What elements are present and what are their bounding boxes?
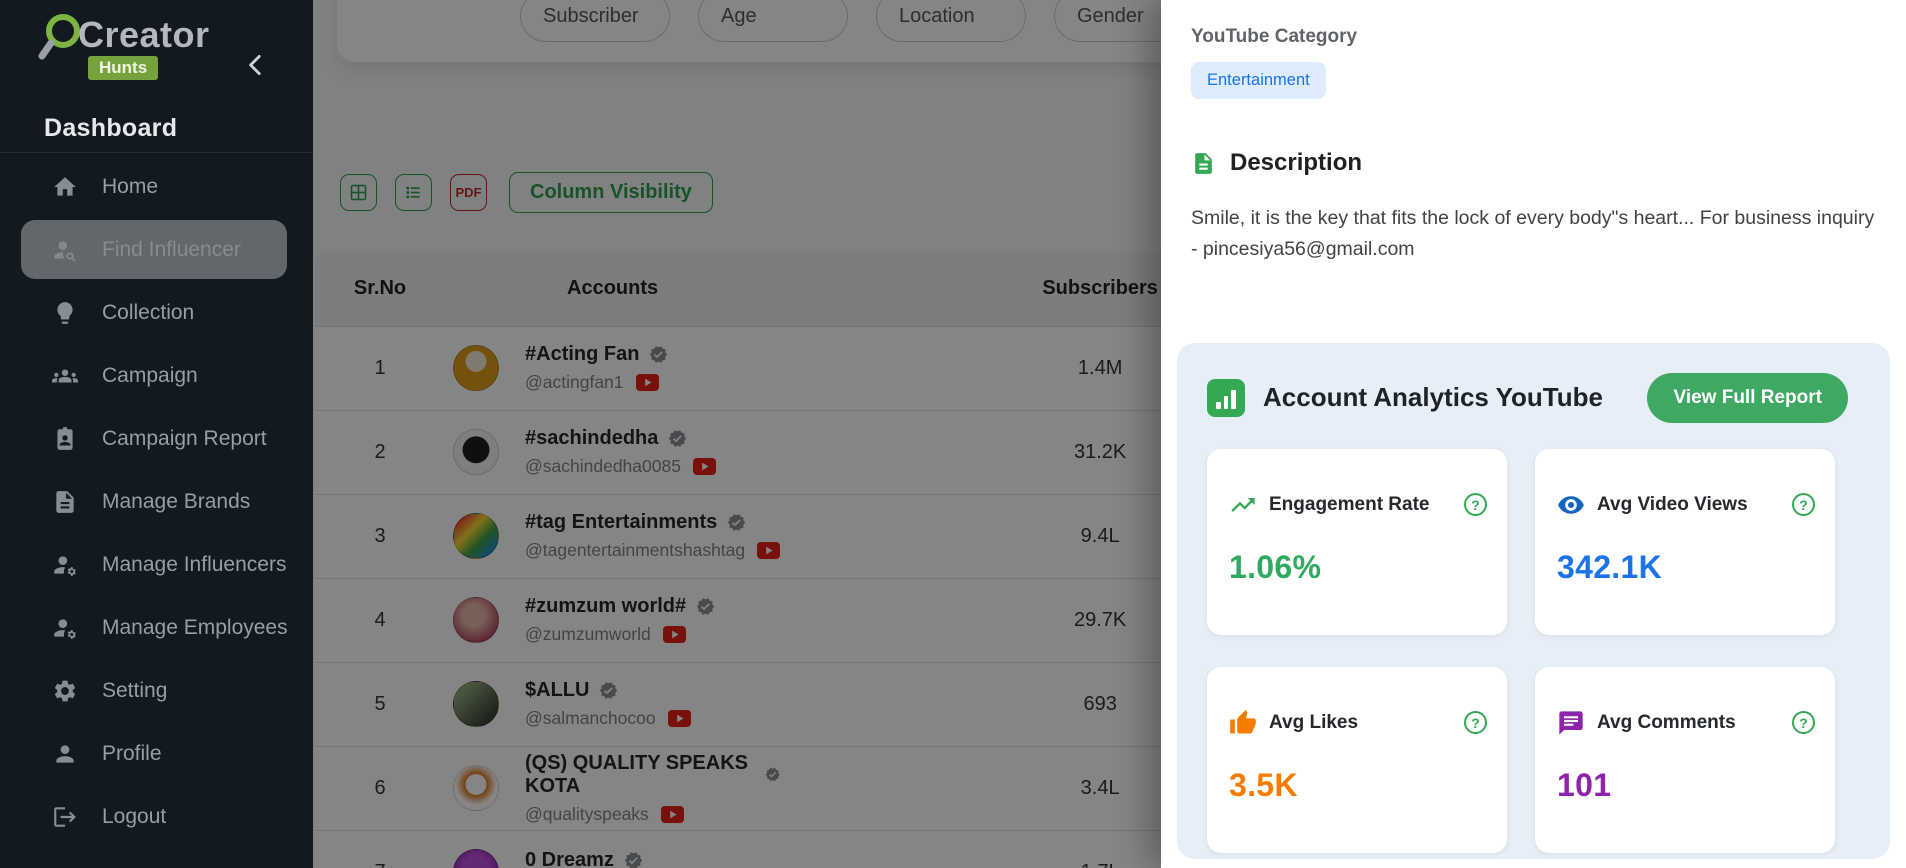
- sidebar-item[interactable]: Find Influencer: [0, 218, 313, 281]
- stat-label: Avg Comments: [1597, 712, 1792, 734]
- app-root: Creator Hunts Dashboard: [0, 0, 1906, 868]
- home-icon: [52, 174, 78, 200]
- eye-icon: [1557, 491, 1585, 519]
- stat-value: 1.06%: [1229, 549, 1487, 586]
- sidebar-collapse-icon[interactable]: [243, 50, 269, 80]
- logo-text: Creator: [78, 14, 210, 56]
- trending-up-icon: [1229, 491, 1257, 519]
- sidebar-item[interactable]: Home: [0, 155, 313, 218]
- person-icon: [52, 741, 78, 767]
- sidebar-item-label: Home: [102, 175, 158, 199]
- sidebar-item[interactable]: Campaign Report: [0, 407, 313, 470]
- badge-icon: [52, 426, 78, 452]
- logo-badge: Hunts: [88, 56, 158, 80]
- sidebar-item[interactable]: Profile: [0, 722, 313, 785]
- sidebar-item-label: Profile: [102, 742, 162, 766]
- logout-icon: [52, 804, 78, 830]
- stat-card: Avg Comments ? 101: [1535, 667, 1835, 853]
- sidebar-item[interactable]: Logout: [0, 785, 313, 848]
- stat-grid: Engagement Rate ? 1.06%: [1207, 449, 1860, 853]
- account-details-drawer: YouTube Category Entertainment Descripti…: [1161, 0, 1906, 868]
- description-doc-icon: [1191, 151, 1216, 176]
- sidebar-title: Dashboard: [0, 96, 313, 152]
- lightbulb-icon: [52, 300, 78, 326]
- person-gear-icon: [52, 552, 78, 578]
- sidebar-item-label: Manage Employees: [102, 616, 288, 640]
- analytics-header: Account Analytics YouTube View Full Repo…: [1207, 373, 1860, 423]
- groups-icon: [52, 363, 78, 389]
- sidebar-item[interactable]: Collection: [0, 281, 313, 344]
- sidebar-item[interactable]: Setting: [0, 659, 313, 722]
- person-search-icon: [52, 237, 78, 263]
- logo: Creator Hunts: [0, 0, 313, 96]
- stat-label: Avg Likes: [1269, 712, 1464, 734]
- stat-card: Avg Video Views ? 342.1K: [1535, 449, 1835, 635]
- description-text: Smile, it is the key that fits the lock …: [1191, 203, 1876, 265]
- sidebar-item[interactable]: Manage Influencers: [0, 533, 313, 596]
- bar-chart-icon: [1207, 379, 1245, 417]
- sidebar-item[interactable]: Manage Brands: [0, 470, 313, 533]
- help-icon[interactable]: ?: [1792, 493, 1815, 516]
- youtube-category-label: YouTube Category: [1191, 26, 1890, 48]
- sidebar-item-label: Manage Brands: [102, 490, 250, 514]
- view-full-report-button[interactable]: View Full Report: [1647, 373, 1848, 423]
- help-icon[interactable]: ?: [1464, 711, 1487, 734]
- sidebar-item-label: Setting: [102, 679, 167, 703]
- sidebar-item-label: Find Influencer: [102, 238, 241, 262]
- account-analytics-card: Account Analytics YouTube View Full Repo…: [1177, 343, 1890, 859]
- stat-label: Engagement Rate: [1269, 494, 1464, 516]
- gear-icon: [52, 678, 78, 704]
- sidebar-item-label: Manage Influencers: [102, 553, 286, 577]
- sidebar-item[interactable]: Manage Employees: [0, 596, 313, 659]
- sidebar-nav: Home Find Inf: [0, 153, 313, 848]
- person-gear-icon: [52, 615, 78, 641]
- sidebar: Creator Hunts Dashboard: [0, 0, 313, 868]
- comment-icon: [1557, 709, 1585, 737]
- stat-value: 101: [1557, 767, 1815, 804]
- description-header: Description: [1191, 149, 1890, 177]
- document-icon: [52, 489, 78, 515]
- sidebar-item-label: Campaign Report: [102, 427, 267, 451]
- stat-label: Avg Video Views: [1597, 494, 1792, 516]
- description-title: Description: [1230, 149, 1362, 177]
- category-chip[interactable]: Entertainment: [1191, 62, 1326, 99]
- sidebar-item-label: Campaign: [102, 364, 198, 388]
- sidebar-item-label: Logout: [102, 805, 166, 829]
- help-icon[interactable]: ?: [1464, 493, 1487, 516]
- stat-value: 3.5K: [1229, 767, 1487, 804]
- stat-card: Avg Likes ? 3.5K: [1207, 667, 1507, 853]
- sidebar-item-label: Collection: [102, 301, 194, 325]
- thumb-up-icon: [1229, 709, 1257, 737]
- sidebar-item[interactable]: Campaign: [0, 344, 313, 407]
- stat-card: Engagement Rate ? 1.06%: [1207, 449, 1507, 635]
- help-icon[interactable]: ?: [1792, 711, 1815, 734]
- analytics-title: Account Analytics YouTube: [1263, 382, 1647, 413]
- stat-value: 342.1K: [1557, 549, 1815, 586]
